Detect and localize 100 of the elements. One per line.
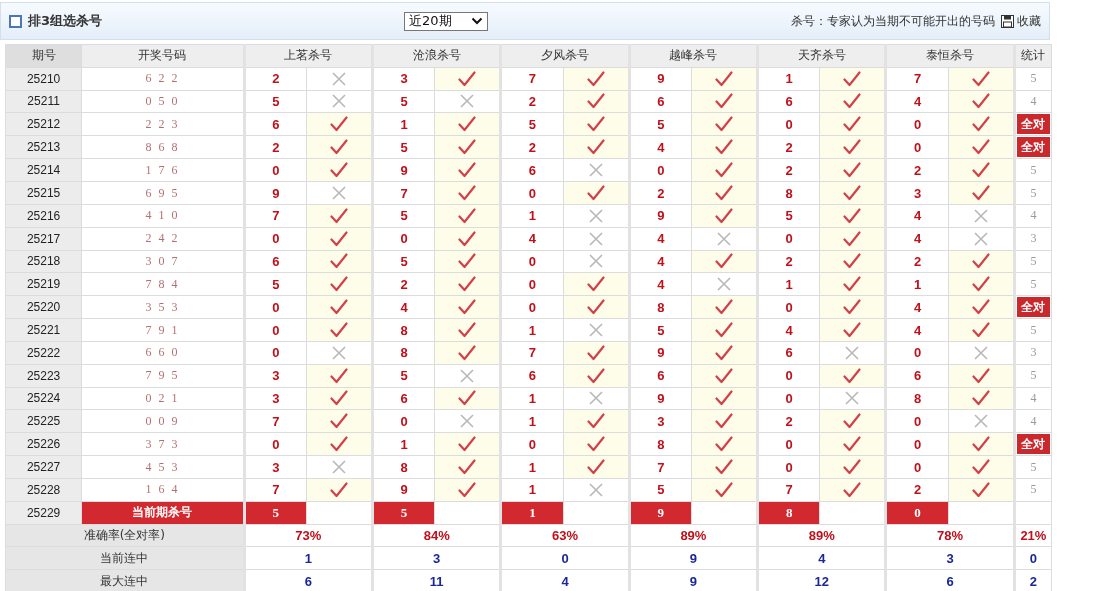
check-icon bbox=[586, 276, 605, 293]
check-icon bbox=[715, 481, 733, 498]
period-cell: 25224 bbox=[5, 387, 82, 410]
cross-icon bbox=[973, 345, 988, 360]
check-icon bbox=[715, 322, 733, 339]
check-icon bbox=[843, 322, 862, 339]
check-icon bbox=[971, 322, 990, 339]
column-header: 泰恒杀号 bbox=[885, 44, 1015, 68]
period-cell: 25219 bbox=[5, 272, 82, 296]
all-correct-badge: 全对 bbox=[1016, 434, 1050, 455]
summary-value: 78% bbox=[885, 524, 1015, 547]
cross-icon bbox=[973, 208, 988, 223]
period-cell: 25221 bbox=[5, 318, 82, 342]
check-icon bbox=[971, 185, 990, 202]
stat-cell: 5 bbox=[1014, 158, 1052, 182]
check-icon bbox=[843, 413, 862, 430]
check-icon bbox=[971, 276, 990, 293]
stat-cell: 5 bbox=[1014, 181, 1052, 205]
period-select[interactable]: 近20期 bbox=[404, 11, 488, 31]
cross-icon bbox=[717, 231, 731, 246]
current-kill-number: 0 bbox=[885, 501, 949, 525]
check-icon bbox=[329, 390, 348, 407]
check-icon bbox=[715, 185, 733, 202]
stat-cell: 4 bbox=[1014, 204, 1052, 228]
summary-value: 84% bbox=[372, 524, 501, 547]
all-correct-badge: 全对 bbox=[1016, 137, 1050, 158]
summary-value: 0 bbox=[1014, 546, 1052, 570]
check-icon bbox=[458, 390, 477, 407]
column-header: 天齐杀号 bbox=[757, 44, 886, 68]
check-icon bbox=[329, 253, 348, 270]
check-icon bbox=[843, 230, 862, 247]
check-icon bbox=[843, 459, 862, 476]
check-icon bbox=[843, 207, 862, 224]
check-icon bbox=[715, 344, 733, 361]
check-icon bbox=[586, 70, 605, 87]
check-icon bbox=[715, 207, 733, 224]
period-cell: 25218 bbox=[5, 250, 82, 273]
period-cell: 25220 bbox=[5, 295, 82, 319]
check-icon bbox=[843, 139, 862, 156]
check-icon bbox=[458, 459, 477, 476]
check-icon bbox=[715, 459, 733, 476]
check-icon bbox=[586, 413, 605, 430]
check-icon bbox=[329, 139, 348, 156]
check-icon bbox=[586, 436, 605, 453]
summary-value: 21% bbox=[1014, 524, 1052, 547]
check-icon bbox=[586, 139, 605, 156]
check-icon bbox=[586, 344, 605, 361]
cross-icon bbox=[973, 231, 988, 246]
stat-cell: 5 bbox=[1014, 318, 1052, 342]
check-icon bbox=[458, 322, 477, 339]
check-icon bbox=[971, 436, 990, 453]
stat-cell: 5 bbox=[1014, 364, 1052, 388]
check-icon bbox=[715, 413, 733, 430]
cross-icon bbox=[460, 414, 475, 429]
period-cell: 25227 bbox=[5, 455, 82, 479]
check-icon bbox=[458, 299, 477, 316]
period-cell: 25210 bbox=[5, 67, 82, 91]
cross-icon bbox=[845, 391, 860, 406]
cross-icon bbox=[845, 345, 860, 360]
column-header: 期号 bbox=[5, 44, 82, 68]
period-cell: 25228 bbox=[5, 478, 82, 502]
summary-value: 73% bbox=[244, 524, 373, 547]
check-icon bbox=[715, 390, 733, 407]
check-icon bbox=[329, 436, 348, 453]
check-icon bbox=[329, 162, 348, 179]
check-icon bbox=[843, 481, 862, 498]
save-link[interactable]: 收藏 bbox=[1001, 12, 1041, 30]
stat-cell: 5 bbox=[1014, 250, 1052, 273]
check-icon bbox=[329, 230, 348, 247]
check-icon bbox=[971, 93, 990, 110]
cross-icon bbox=[331, 71, 346, 86]
column-header: 开奖号码 bbox=[81, 44, 245, 68]
cross-icon bbox=[588, 323, 603, 338]
column-header: 沧浪杀号 bbox=[372, 44, 501, 68]
check-icon bbox=[458, 436, 477, 453]
check-icon bbox=[329, 413, 348, 430]
cross-icon bbox=[460, 94, 475, 109]
cross-icon bbox=[331, 186, 346, 201]
all-correct-badge: 全对 bbox=[1016, 297, 1050, 318]
summary-label: 准确率(全对率) bbox=[5, 524, 245, 547]
check-icon bbox=[329, 207, 348, 224]
check-icon bbox=[715, 253, 733, 270]
check-icon bbox=[971, 139, 990, 156]
cross-icon bbox=[588, 231, 603, 246]
check-icon bbox=[715, 70, 733, 87]
check-icon bbox=[971, 70, 990, 87]
stat-cell: 3 bbox=[1014, 341, 1052, 365]
period-cell: 25223 bbox=[5, 364, 82, 388]
check-icon bbox=[843, 70, 862, 87]
check-icon bbox=[971, 162, 990, 179]
cross-icon bbox=[588, 482, 603, 497]
summary-label: 当前连中 bbox=[5, 546, 245, 570]
check-icon bbox=[458, 185, 477, 202]
check-icon bbox=[715, 299, 733, 316]
cross-icon bbox=[588, 163, 603, 178]
period-cell: 25214 bbox=[5, 158, 82, 182]
note-text: 杀号：专家认为当期不可能开出的号码 bbox=[791, 12, 995, 30]
column-header: 上茗杀号 bbox=[244, 44, 373, 68]
check-icon bbox=[329, 367, 348, 384]
current-kill-number: 1 bbox=[500, 501, 564, 525]
